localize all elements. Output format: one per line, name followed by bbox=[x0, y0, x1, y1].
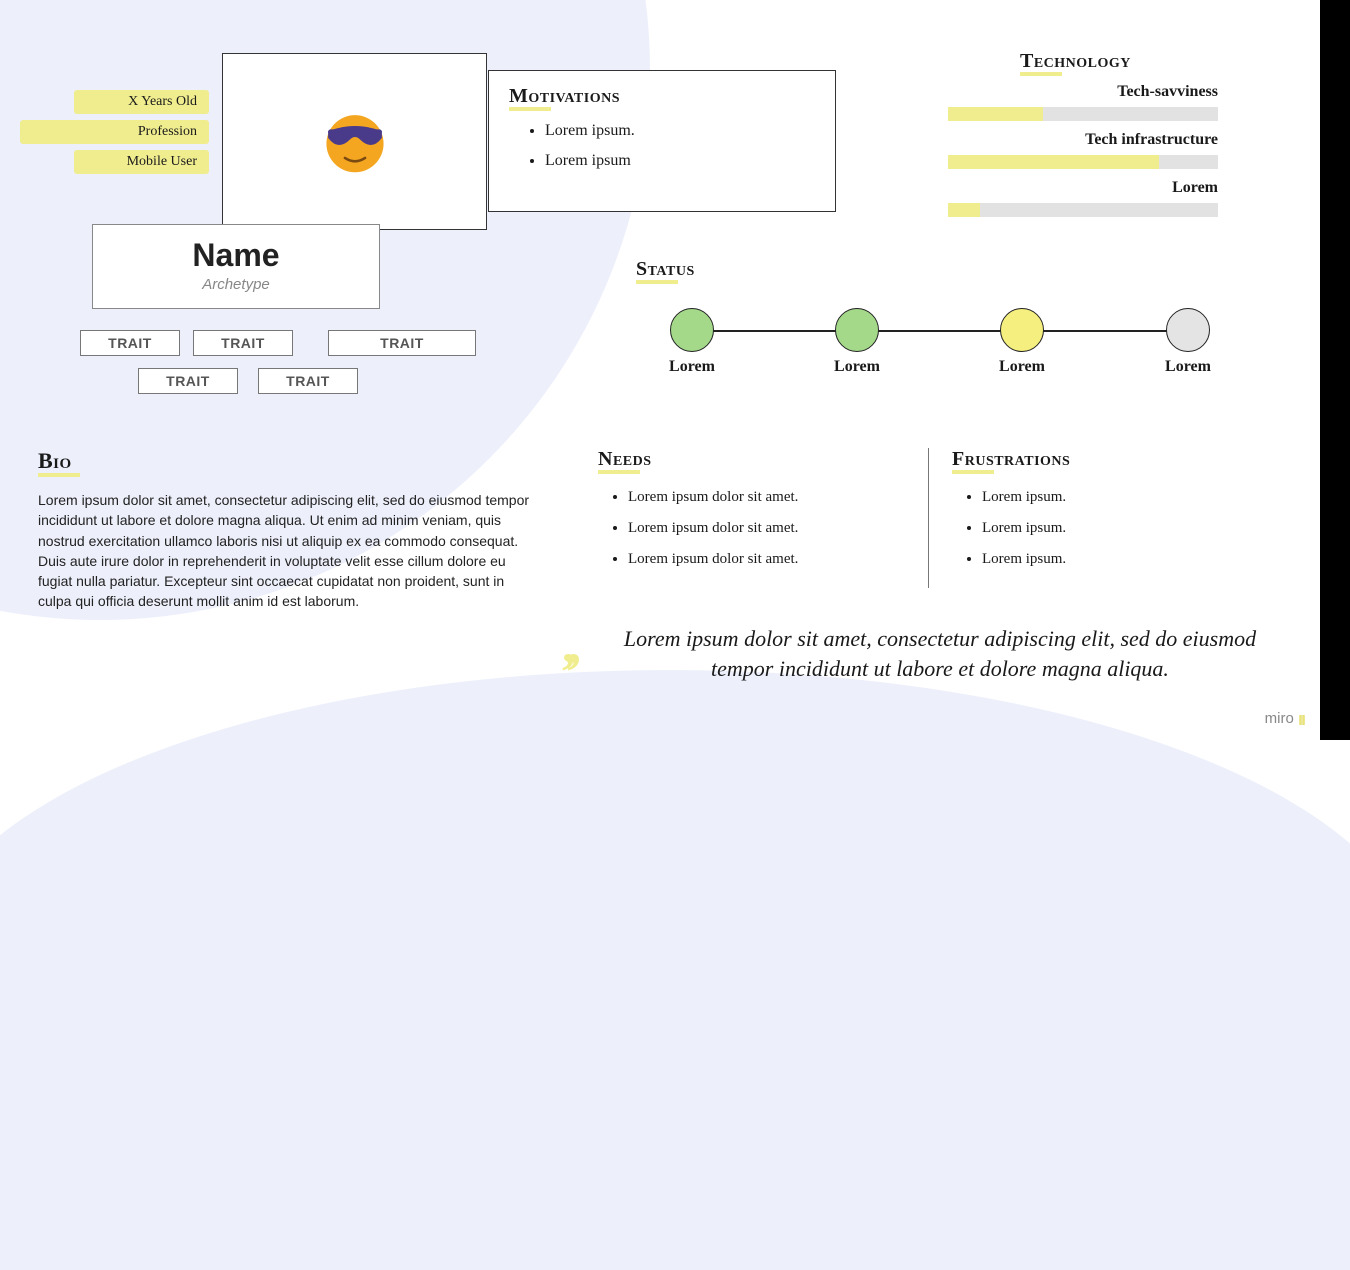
tech-row-label: Lorem bbox=[948, 179, 1218, 197]
bg-shape-bottom bbox=[0, 670, 1350, 1270]
frustration-item: Lorem ipsum. bbox=[982, 520, 1212, 537]
status-dot-1[interactable] bbox=[670, 308, 714, 352]
sunglasses-emoji-icon bbox=[313, 97, 397, 186]
quote-section[interactable]: ,, Lorem ipsum dolor sit amet, consectet… bbox=[562, 624, 1262, 683]
tech-row-label: Tech-savviness bbox=[948, 83, 1218, 101]
tech-bar-infrastructure bbox=[948, 155, 1218, 169]
chip-age[interactable]: X Years Old bbox=[74, 90, 209, 114]
motivation-item: Lorem ipsum bbox=[545, 152, 815, 170]
needs-title: Needs bbox=[598, 448, 652, 471]
frustrations-section[interactable]: Frustrations Lorem ipsum. Lorem ipsum. L… bbox=[952, 448, 1212, 582]
status-dot-2[interactable] bbox=[835, 308, 879, 352]
need-item: Lorem ipsum dolor sit amet. bbox=[628, 551, 908, 568]
frustrations-title: Frustrations bbox=[952, 448, 1070, 471]
persona-archetype: Archetype bbox=[93, 276, 379, 293]
avatar-card[interactable] bbox=[222, 53, 487, 230]
status-dot-4[interactable] bbox=[1166, 308, 1210, 352]
right-black-strip bbox=[1320, 0, 1350, 740]
status-label-3: Lorem bbox=[972, 358, 1072, 376]
frustration-item: Lorem ipsum. bbox=[982, 489, 1212, 506]
need-item: Lorem ipsum dolor sit amet. bbox=[628, 489, 908, 506]
tech-bar-savviness bbox=[948, 107, 1218, 121]
quote-text: Lorem ipsum dolor sit amet, consectetur … bbox=[618, 624, 1262, 683]
trait-2[interactable]: TRAIT bbox=[193, 330, 293, 356]
motivation-item: Lorem ipsum. bbox=[545, 122, 815, 140]
bio-section[interactable]: Bio Lorem ipsum dolor sit amet, consecte… bbox=[38, 448, 538, 612]
tech-bar-fill bbox=[948, 203, 980, 217]
status-track bbox=[670, 308, 1210, 356]
status-title: Status bbox=[636, 258, 695, 281]
trait-3[interactable]: TRAIT bbox=[328, 330, 476, 356]
miro-watermark: miro ıı bbox=[1257, 705, 1312, 732]
status-line bbox=[692, 330, 1188, 332]
technology-section[interactable]: Technology Tech-savviness Tech infrastru… bbox=[948, 50, 1218, 217]
needs-section[interactable]: Needs Lorem ipsum dolor sit amet. Lorem … bbox=[598, 448, 908, 582]
miro-label: miro bbox=[1265, 710, 1294, 727]
technology-title: Technology bbox=[1020, 50, 1131, 73]
divider-line bbox=[928, 448, 929, 588]
status-label-1: Lorem bbox=[642, 358, 742, 376]
persona-canvas[interactable]: X Years Old Profession Mobile User Name … bbox=[0, 0, 1350, 740]
bio-title: Bio bbox=[38, 448, 72, 474]
tech-bar-fill bbox=[948, 107, 1043, 121]
motivations-title: Motivations bbox=[509, 85, 620, 108]
bio-text: Lorem ipsum dolor sit amet, consectetur … bbox=[38, 490, 538, 612]
status-dot-3[interactable] bbox=[1000, 308, 1044, 352]
tech-row-label: Tech infrastructure bbox=[948, 131, 1218, 149]
status-label-2: Lorem bbox=[807, 358, 907, 376]
miro-logo-icon: ıı bbox=[1298, 709, 1304, 729]
trait-4[interactable]: TRAIT bbox=[138, 368, 238, 394]
name-card[interactable]: Name Archetype bbox=[92, 224, 380, 309]
need-item: Lorem ipsum dolor sit amet. bbox=[628, 520, 908, 537]
motivations-box[interactable]: Motivations Lorem ipsum. Lorem ipsum bbox=[488, 70, 836, 212]
status-section[interactable]: Status Lorem Lorem Lorem Lorem bbox=[636, 258, 1226, 281]
tech-bar-lorem bbox=[948, 203, 1218, 217]
chip-mobile-user[interactable]: Mobile User bbox=[74, 150, 209, 174]
quote-mark-icon: ,, bbox=[562, 634, 573, 656]
status-label-4: Lorem bbox=[1138, 358, 1238, 376]
chip-profession[interactable]: Profession bbox=[20, 120, 209, 144]
persona-name: Name bbox=[93, 237, 379, 274]
tech-bar-fill bbox=[948, 155, 1159, 169]
trait-5[interactable]: TRAIT bbox=[258, 368, 358, 394]
frustration-item: Lorem ipsum. bbox=[982, 551, 1212, 568]
trait-1[interactable]: TRAIT bbox=[80, 330, 180, 356]
